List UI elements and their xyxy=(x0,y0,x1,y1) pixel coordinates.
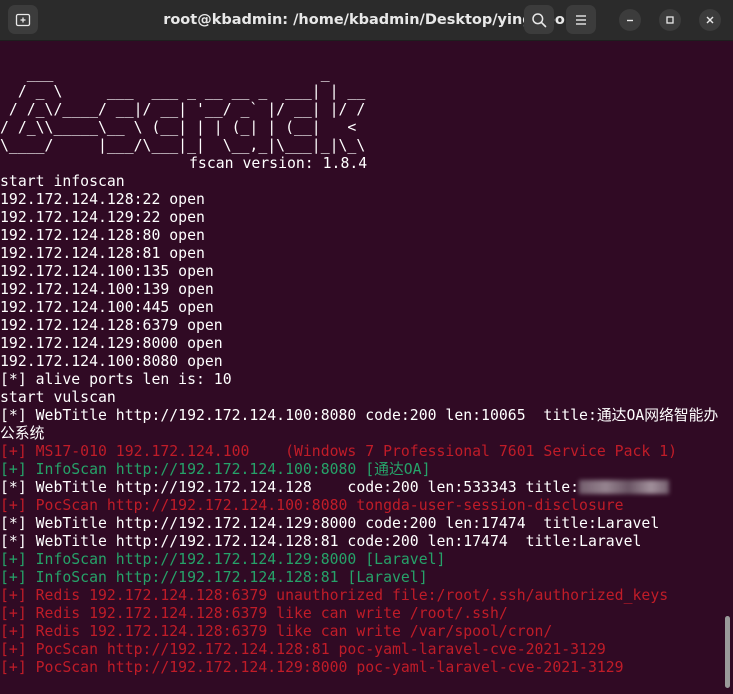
output-line: 192.172.124.100:135 open xyxy=(0,263,214,280)
result-line: [*] WebTitle http://192.172.124.128:81 c… xyxy=(0,533,642,550)
close-icon xyxy=(706,16,714,24)
title-bar[interactable]: root@kbadmin: /home/kbadmin/Desktop/ying… xyxy=(0,0,733,41)
result-line: [+] PocScan http://192.172.124.129:8000 … xyxy=(0,659,624,676)
fscan-ascii-banner: ___ _ / _ \ ___ ___ _ __ __ _ ___| | __ … xyxy=(0,65,366,154)
new-tab-icon xyxy=(15,13,31,26)
terminal-output[interactable]: ___ _ / _ \ ___ ___ _ __ __ _ ___| | __ … xyxy=(0,41,722,694)
output-line: start infoscan xyxy=(0,173,125,190)
result-line-redacted: [*] WebTitle http://192.172.124.128 code… xyxy=(0,479,722,497)
result-line: [+] InfoScan http://192.172.124.129:8000… xyxy=(0,551,446,568)
result-line: [+] PocScan http://192.172.124.128:81 po… xyxy=(0,641,606,658)
result-line: [+] Redis 192.172.124.128:6379 like can … xyxy=(0,605,508,622)
minimize-button[interactable] xyxy=(619,9,641,31)
result-line-text: [*] WebTitle http://192.172.124.128 code… xyxy=(0,479,580,496)
result-line: [+] InfoScan http://192.172.124.128:81 [… xyxy=(0,569,428,586)
output-line: 192.172.124.100:139 open xyxy=(0,281,214,298)
maximize-button[interactable] xyxy=(659,9,681,31)
redacted-title-blur xyxy=(579,480,670,494)
output-line: start vulscan xyxy=(0,389,116,406)
output-line: 192.172.124.128:81 open xyxy=(0,245,205,262)
maximize-icon xyxy=(666,16,674,24)
hamburger-menu-icon xyxy=(576,14,586,25)
version-line: fscan version: 1.8.4 xyxy=(189,155,368,172)
menu-button[interactable] xyxy=(566,5,596,34)
result-line: [*] WebTitle http://192.172.124.129:8000… xyxy=(0,515,660,532)
scrollbar-thumb[interactable] xyxy=(725,616,730,688)
result-line: [+] Redis 192.172.124.128:6379 unauthori… xyxy=(0,587,669,604)
output-line: 192.172.124.100:445 open xyxy=(0,299,214,316)
webtitle-line-wrapped: [*] WebTitle http://192.172.124.100:8080… xyxy=(0,407,719,442)
result-line: [+] PocScan http://192.172.124.100:8080 … xyxy=(0,497,624,514)
close-button[interactable] xyxy=(699,9,721,31)
result-line: [+] MS17-010 192.172.124.100 (Windows 7 … xyxy=(0,443,678,460)
search-button[interactable] xyxy=(524,5,554,34)
output-line: 192.172.124.129:22 open xyxy=(0,209,205,226)
output-line: 192.172.124.100:8080 open xyxy=(0,353,223,370)
output-line: [*] alive ports len is: 10 xyxy=(0,371,232,388)
result-line: [+] InfoScan http://192.172.124.100:8080… xyxy=(0,461,431,478)
search-icon xyxy=(532,12,547,27)
result-line: [+] Redis 192.172.124.128:6379 like can … xyxy=(0,623,553,640)
output-line: 192.172.124.128:80 open xyxy=(0,227,205,244)
output-line: 192.172.124.128:22 open xyxy=(0,191,205,208)
scrollbar[interactable] xyxy=(722,41,733,694)
new-tab-button[interactable] xyxy=(8,5,38,34)
output-line: 192.172.124.128:6379 open xyxy=(0,317,223,334)
minimize-icon xyxy=(627,19,633,22)
terminal-window: root@kbadmin: /home/kbadmin/Desktop/ying… xyxy=(0,0,733,694)
output-line: 192.172.124.129:8000 open xyxy=(0,335,223,352)
